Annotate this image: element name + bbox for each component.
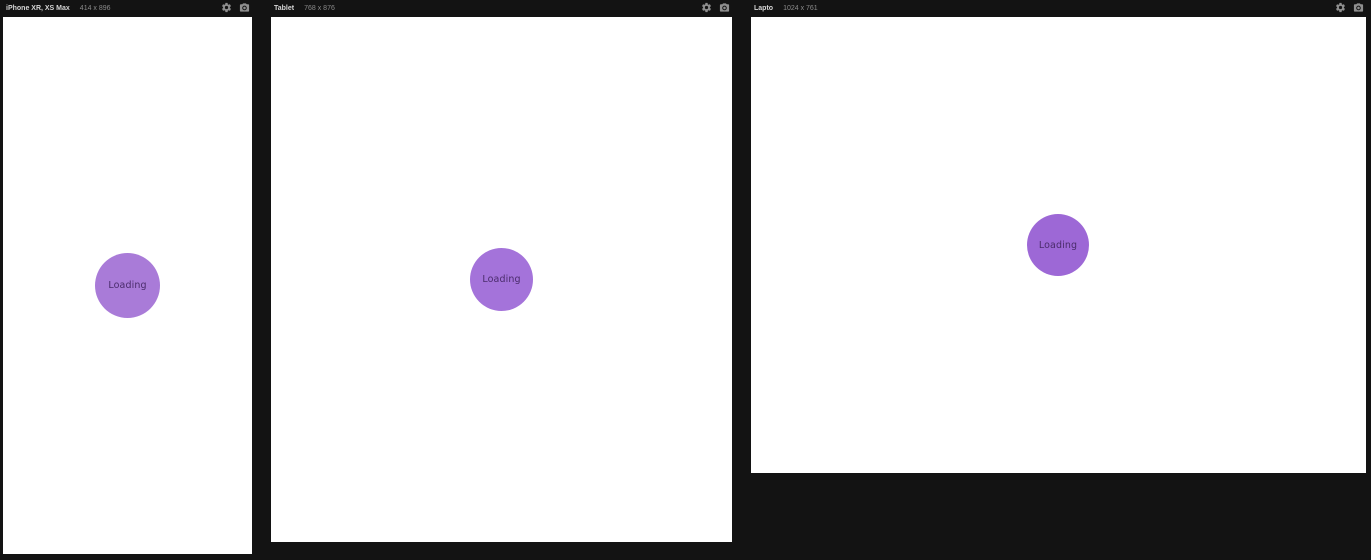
camera-icon[interactable] [239,2,250,13]
device-size: 414 x 896 [79,4,111,12]
device-tools [1335,2,1364,13]
loading-label: Loading [108,280,147,291]
device-tools [221,2,250,13]
loading-label: Loading [482,274,521,285]
device-tools [701,2,730,13]
device-panel-iphone: iPhone XR, XS Max 414 x 896 Loading [3,0,252,560]
device-viewport: Loading [3,17,252,554]
device-name: Lapto [754,4,774,12]
device-viewport: Loading [271,17,732,542]
device-panel-tablet: Tablet 768 x 876 Loading [271,0,732,560]
camera-icon[interactable] [719,2,730,13]
gear-icon[interactable] [701,2,712,13]
device-header: iPhone XR, XS Max 414 x 896 [3,0,252,16]
device-size: 1024 x 761 [783,4,818,12]
camera-icon[interactable] [1353,2,1364,13]
device-header: Lapto 1024 x 761 [751,0,1366,16]
gear-icon[interactable] [1335,2,1346,13]
loading-spinner: Loading [470,248,533,311]
device-panel-laptop: Lapto 1024 x 761 Loading [751,0,1366,560]
loading-spinner: Loading [95,253,160,318]
device-name: iPhone XR, XS Max [6,4,70,12]
device-name: Tablet [274,4,295,12]
device-header: Tablet 768 x 876 [271,0,732,16]
loading-label: Loading [1038,239,1078,251]
device-size: 768 x 876 [304,4,335,12]
gear-icon[interactable] [221,2,232,13]
device-viewport: Loading [751,17,1366,473]
loading-spinner: Loading [1027,214,1089,276]
